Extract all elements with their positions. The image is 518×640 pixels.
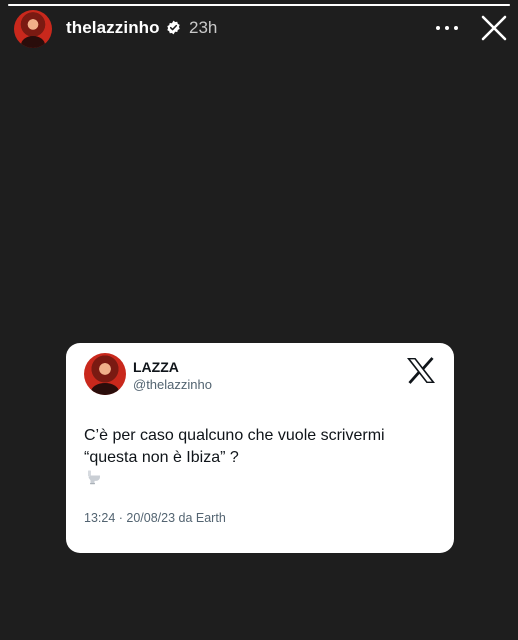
more-horizontal-icon (445, 26, 449, 30)
more-horizontal-icon (436, 26, 440, 30)
tweet-author-name: LAZZA (133, 359, 179, 375)
story-timestamp: 23h (189, 18, 218, 37)
more-options-button[interactable] (432, 16, 462, 40)
tweet-text: C’è per caso qualcuno che vuole scriverm… (84, 425, 434, 469)
story-progress-fill (8, 4, 510, 6)
verified-badge-icon (167, 20, 180, 35)
tweet-text-line: C’è per caso qualcuno che vuole scriverm… (84, 427, 385, 444)
tweet-author-handle: @thelazzinho (133, 377, 212, 392)
more-horizontal-icon (454, 26, 458, 30)
tweet-avatar (84, 353, 126, 395)
tweet-text-line: “questa non è Ibiza” ? (84, 449, 239, 466)
username-link[interactable]: thelazzinho (66, 18, 160, 38)
close-icon[interactable] (480, 14, 508, 42)
story-progress-bar (8, 4, 510, 6)
story-header: thelazzinho 23h (0, 8, 518, 52)
profile-avatar[interactable] (14, 10, 52, 48)
x-logo-icon (407, 357, 435, 384)
toilet-icon (88, 470, 100, 485)
tweet-meta: 13:24 · 20/08/23 da Earth (84, 511, 226, 525)
tweet-card[interactable]: LAZZA @thelazzinho C’è per caso qualcuno… (66, 343, 454, 553)
story-viewer: thelazzinho 23h LAZZA @thelazzinho C’è p… (0, 0, 518, 640)
